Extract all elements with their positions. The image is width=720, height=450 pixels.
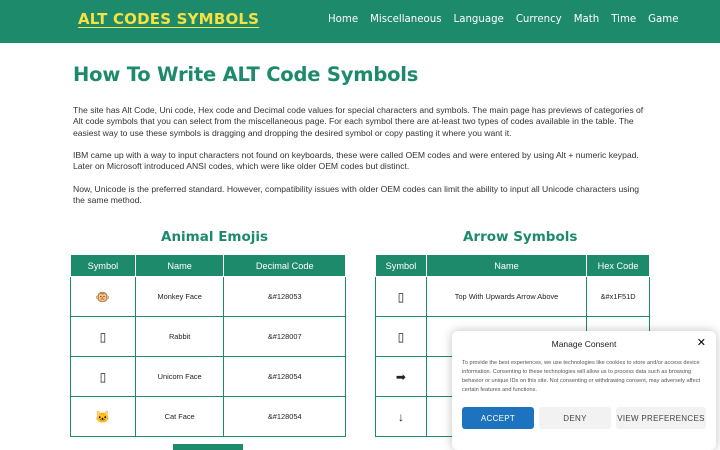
table-header-row: Symbol Name Decimal Code — [70, 254, 346, 277]
arrow-symbols-heading: Arrow Symbols — [463, 229, 578, 245]
accept-button[interactable]: ACCEPT — [462, 407, 534, 429]
column-header: Symbol — [70, 254, 136, 277]
name-cell: Monkey Face — [134, 276, 225, 317]
consent-title: Manage Consent — [551, 339, 617, 349]
site-logo[interactable]: ALT CODES SYMBOLS — [78, 10, 259, 28]
nav-game[interactable]: Game — [648, 14, 678, 25]
symbol-cell[interactable]: ▯ — [70, 356, 136, 397]
animal-emojis-heading: Animal Emojis — [161, 229, 269, 245]
column-header: Name — [134, 254, 225, 277]
symbol-cell[interactable]: ▯ — [375, 276, 427, 317]
deny-button[interactable]: DENY — [539, 407, 611, 429]
name-cell: Cat Face — [134, 396, 225, 437]
table-header-row: Symbol Name Hex Code — [375, 254, 650, 277]
code-cell: &#128054 — [223, 396, 346, 437]
animal-more-button[interactable] — [173, 444, 243, 450]
view-preferences-button[interactable]: VIEW PREFERENCES — [616, 407, 706, 429]
symbol-cell[interactable]: ▯ — [375, 316, 427, 357]
consent-dialog: Manage Consent ✕ To provide the best exp… — [452, 331, 716, 450]
symbol-cell[interactable]: 🐱 — [70, 396, 136, 437]
column-header: Symbol — [375, 254, 427, 277]
name-cell: Unicorn Face — [134, 356, 225, 397]
unicode-paragraph: Now, Unicode is the preferred standard. … — [73, 184, 640, 206]
close-icon[interactable]: ✕ — [697, 336, 706, 349]
table-row: 🐱 Cat Face &#128054 — [70, 396, 346, 437]
intro-paragraph: The site has Alt Code, Uni code, Hex cod… — [73, 105, 644, 138]
symbol-cell[interactable]: 🐵 — [70, 276, 136, 317]
nav-language[interactable]: Language — [454, 14, 504, 25]
column-header: Hex Code — [586, 254, 650, 277]
code-cell: &#128007 — [223, 316, 346, 357]
column-header: Decimal Code — [223, 254, 346, 277]
symbol-cell[interactable]: ➡ — [375, 356, 427, 397]
table-row: ▯ Unicorn Face &#128054 — [70, 356, 346, 397]
symbol-cell[interactable]: ↓ — [375, 396, 427, 437]
code-cell: &#128053 — [223, 276, 346, 317]
nav-currency[interactable]: Currency — [516, 14, 562, 25]
table-row: ▯ Top With Upwards Arrow Above &#x1F51D — [375, 276, 650, 317]
nav-math[interactable]: Math — [574, 14, 599, 25]
ibm-paragraph: IBM came up with a way to input characte… — [73, 150, 639, 172]
animal-emojis-table: Symbol Name Decimal Code 🐵 Monkey Face &… — [70, 254, 346, 437]
table-row: 🐵 Monkey Face &#128053 — [70, 276, 346, 317]
nav-time[interactable]: Time — [611, 14, 636, 25]
site-header: ALT CODES SYMBOLS Home Miscellaneous Lan… — [0, 0, 720, 43]
main-nav: Home Miscellaneous Language Currency Mat… — [328, 14, 678, 25]
page-title: How To Write ALT Code Symbols — [73, 63, 419, 86]
table-row: ▯ Rabbit &#128007 — [70, 316, 346, 357]
name-cell: Rabbit — [134, 316, 225, 357]
column-header: Name — [425, 254, 588, 277]
code-cell: &#128054 — [223, 356, 346, 397]
name-cell: Top With Upwards Arrow Above — [425, 276, 588, 317]
code-cell: &#x1F51D — [586, 276, 650, 317]
consent-text: To provide the best experiences, we use … — [462, 360, 701, 393]
symbol-cell[interactable]: ▯ — [70, 316, 136, 357]
nav-miscellaneous[interactable]: Miscellaneous — [370, 14, 441, 25]
nav-home[interactable]: Home — [328, 14, 358, 25]
